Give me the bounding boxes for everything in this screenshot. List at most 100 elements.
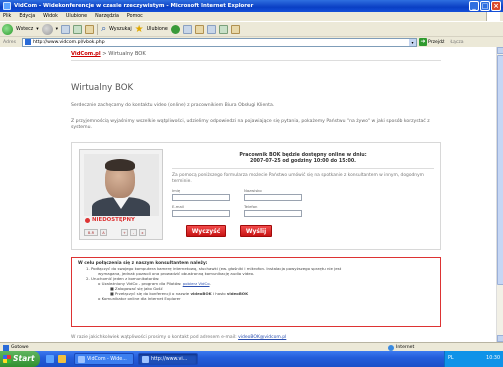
menu-edit[interactable]: Edycja <box>19 12 35 21</box>
instruction-step-2a-end: . <box>209 281 211 286</box>
edit-icon[interactable] <box>218 24 228 34</box>
vertical-scrollbar[interactable] <box>496 47 503 342</box>
back-arrow-icon[interactable] <box>2 23 13 35</box>
task-1-icon <box>78 356 85 363</box>
mail-icon[interactable] <box>194 24 204 34</box>
search-icon[interactable]: ⌕ <box>101 24 106 34</box>
forward-arrow-icon[interactable] <box>41 23 53 35</box>
back-dropdown-icon[interactable]: ▾ <box>36 27 38 32</box>
form-divider <box>172 168 434 169</box>
print-icon[interactable] <box>206 24 216 34</box>
history-icon[interactable] <box>182 24 192 34</box>
send-button[interactable]: Wyślij <box>240 225 272 237</box>
name-label: Imię <box>172 188 181 193</box>
video-control-plus[interactable]: + <box>121 229 128 236</box>
video-control-minus[interactable]: - <box>130 229 137 236</box>
tray-clock[interactable]: 10:30 <box>486 351 500 367</box>
desktop-quicklaunch-icon[interactable] <box>58 355 66 363</box>
stop-icon[interactable] <box>61 24 71 34</box>
phone-label: Telefon <box>244 204 258 209</box>
video-controls: B-R A + - x <box>84 229 159 236</box>
status-dot-icon <box>85 217 90 223</box>
photo-hair <box>105 159 135 171</box>
menu-file[interactable]: Plik <box>3 12 11 21</box>
scroll-thumb[interactable] <box>497 55 503 285</box>
minimize-button[interactable]: _ <box>469 1 479 11</box>
menu-help[interactable]: Pomoc <box>127 12 143 21</box>
clear-button[interactable]: Wyczyść <box>186 225 226 237</box>
status-label: NIEDOSTĘPNY <box>92 217 135 223</box>
scroll-down-button[interactable] <box>497 335 503 342</box>
video-control-close[interactable]: x <box>139 229 146 236</box>
task-2-icon <box>142 356 149 363</box>
address-input[interactable]: http://www.vidcom.pl/vbok.php ▾ <box>22 37 417 47</box>
taskbar: Start VidCom - Wide... http://www.vi... … <box>0 351 503 367</box>
menu-tools[interactable]: Narzędzia <box>95 12 119 21</box>
tray-language[interactable]: PL <box>448 356 454 361</box>
start-button[interactable]: Start <box>0 351 40 367</box>
page-favicon-icon <box>25 39 31 45</box>
taskbar-task-1[interactable]: VidCom - Wide... <box>74 353 134 365</box>
form-description: Za pomocą poniższego formularza możecie … <box>172 173 424 184</box>
address-bar: Adres http://www.vidcom.pl/vbok.php ▾ ➜ … <box>0 36 503 47</box>
contact-note-text: W razie jakichkolwiek wątpliwości prosim… <box>71 335 239 340</box>
close-button[interactable]: × <box>491 1 501 11</box>
page-title: Wirtualny BOK <box>71 83 134 93</box>
links-label[interactable]: Łącza <box>450 40 463 45</box>
folder-icon[interactable] <box>230 24 240 34</box>
address-label: Adres <box>3 39 16 45</box>
quick-launch <box>46 355 66 363</box>
forward-dropdown-icon[interactable]: ▾ <box>56 27 58 32</box>
scroll-up-button[interactable] <box>497 47 503 54</box>
menu-view[interactable]: Widok <box>43 12 58 21</box>
page-viewport: VidCom.pl > Wirtualny BOK Wirtualny BOK … <box>0 47 496 342</box>
contact-note: W razie jakichkolwiek wątpliwości prosim… <box>71 335 286 340</box>
go-arrow-icon: ➜ <box>419 38 427 46</box>
media-icon[interactable] <box>170 24 180 34</box>
maximize-button[interactable]: □ <box>480 1 490 11</box>
address-dropdown-icon[interactable]: ▾ <box>409 38 416 46</box>
go-button[interactable]: ➜ Przejdź <box>417 38 444 46</box>
ie-quicklaunch-icon[interactable] <box>46 355 54 363</box>
video-controls-gap <box>109 229 119 236</box>
menu-favorites[interactable]: Ulubione <box>66 12 87 21</box>
toolbar-separator <box>97 23 99 35</box>
task-1-label: VidCom - Wide... <box>87 357 127 362</box>
refresh-icon[interactable] <box>73 24 83 34</box>
system-tray: PL 10:30 <box>444 351 503 367</box>
search-button[interactable]: Wyszukaj <box>109 27 132 32</box>
ie-app-icon <box>3 2 11 10</box>
window-controls: _ □ × <box>469 1 501 11</box>
menu-bar: Plik Edycja Widok Ulubione Narzędzia Pom… <box>0 12 503 21</box>
instruction-step-2a-2-mid: i hasło <box>211 291 227 296</box>
phone-field[interactable] <box>244 210 302 217</box>
name-field[interactable] <box>172 194 230 201</box>
video-control-a[interactable]: A <box>100 229 107 236</box>
favorites-star-icon[interactable]: ★ <box>135 24 144 35</box>
back-button[interactable]: Wstecz <box>16 27 33 32</box>
breadcrumb-current: > Wirtualny BOK <box>100 51 146 57</box>
intro-text-2: Z przyjemnością wyjaśnimy wszelkie wątpl… <box>71 119 430 130</box>
internet-zone-icon <box>388 344 394 351</box>
taskbar-task-2[interactable]: http://www.vi... <box>138 353 198 365</box>
conference-password: videoBOK <box>226 291 249 296</box>
task-2-label: http://www.vi... <box>151 357 188 362</box>
download-vidco-link[interactable]: pobierz VidCo <box>183 281 210 286</box>
windows-logo-icon <box>3 355 11 363</box>
email-field[interactable] <box>172 210 230 217</box>
start-label: Start <box>13 354 35 363</box>
address-url[interactable]: http://www.vidcom.pl/vbok.php <box>33 40 105 45</box>
home-icon[interactable] <box>85 24 95 34</box>
status-bar: Gotowe Internet <box>0 342 503 351</box>
contact-email-link[interactable]: videoBOK@vidcom.pl <box>238 335 286 340</box>
header-divider <box>71 60 441 61</box>
surname-field[interactable] <box>244 194 302 201</box>
toolbar: Wstecz ▾ ▾ ⌕ Wyszukaj ★ Ulubione <box>0 21 503 36</box>
window-title-bar[interactable]: VidCom - Widekonferencje w czasie rzeczy… <box>0 0 503 12</box>
breadcrumb-home-link[interactable]: VidCom.pl <box>71 51 101 57</box>
favorites-button[interactable]: Ulubione <box>147 27 168 32</box>
window-title: VidCom - Widekonferencje w czasie rzeczy… <box>14 3 254 9</box>
video-control-br[interactable]: B-R <box>84 229 98 236</box>
breadcrumb: VidCom.pl > Wirtualny BOK <box>71 51 146 57</box>
go-label[interactable]: Przejdź <box>428 40 444 45</box>
